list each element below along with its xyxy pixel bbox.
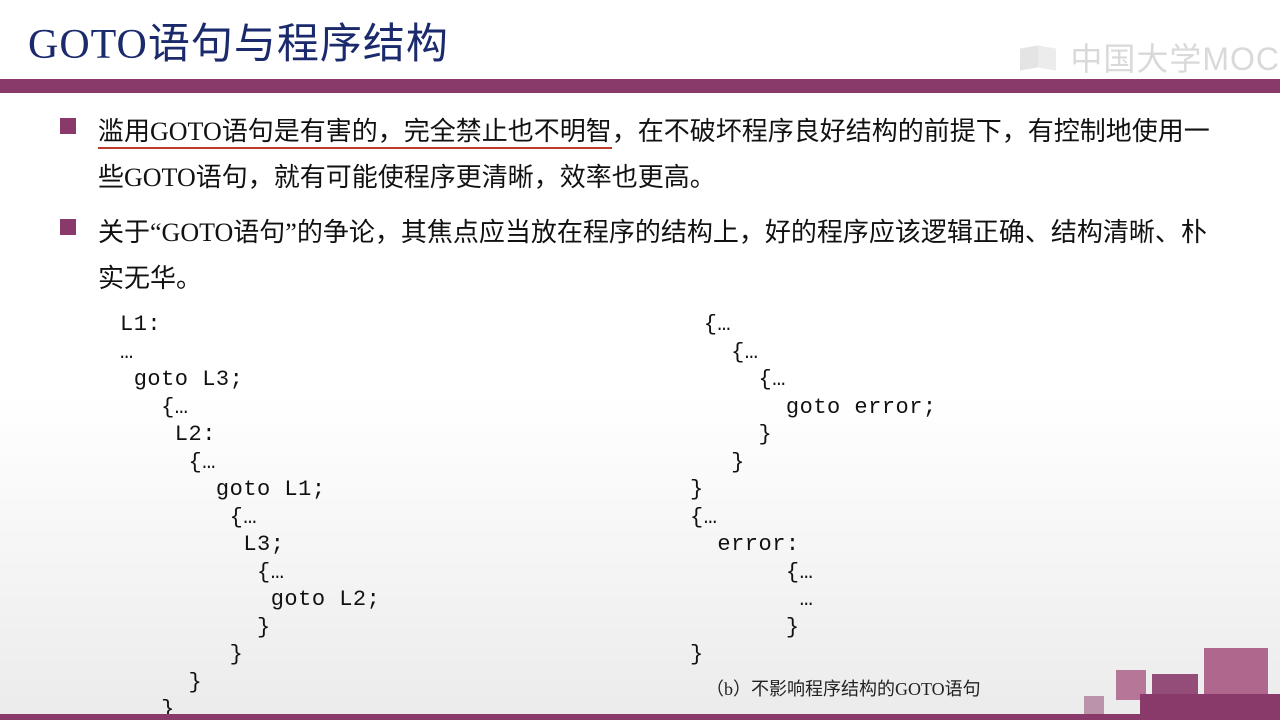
title-underline-bar <box>0 79 1280 93</box>
bullet-item: 关于“GOTO语句”的争论，其焦点应当放在程序的结构上，好的程序应该逻辑正确、结… <box>60 210 1220 301</box>
watermark: 中国大学MOC <box>1020 34 1280 80</box>
watermark-text: 中国大学MOC <box>1070 34 1280 80</box>
code-column-left: L1: … goto L3; {… L2: {… goto L1; {… L3;… <box>120 311 650 720</box>
bullet-rest: 关于“GOTO语句”的争论，其焦点应当放在程序的结构上，好的程序应该逻辑正确、结… <box>98 218 1207 293</box>
bullet-text: 关于“GOTO语句”的争论，其焦点应当放在程序的结构上，好的程序应该逻辑正确、结… <box>98 210 1220 301</box>
emphasized-text: 滥用GOTO语句是有害的，完全禁止也不明智 <box>98 117 612 149</box>
bullet-text: 滥用GOTO语句是有害的，完全禁止也不明智，在不破坏程序良好结构的前提下，有控制… <box>98 109 1220 200</box>
code-block-a: L1: … goto L3; {… L2: {… goto L1; {… L3;… <box>120 311 650 720</box>
bottom-accent-bar <box>0 714 1280 720</box>
bullet-item: 滥用GOTO语句是有害的，完全禁止也不明智，在不破坏程序良好结构的前提下，有控制… <box>60 109 1220 200</box>
decorative-corner <box>1020 640 1280 720</box>
bullet-square-icon <box>60 219 76 235</box>
code-block-b: {… {… {… goto error; } } } {… error: {… … <box>690 311 1220 669</box>
content-area: 滥用GOTO语句是有害的，完全禁止也不明智，在不破坏程序良好结构的前提下，有控制… <box>0 93 1280 720</box>
bullet-square-icon <box>60 118 76 134</box>
book-icon <box>1020 43 1060 71</box>
